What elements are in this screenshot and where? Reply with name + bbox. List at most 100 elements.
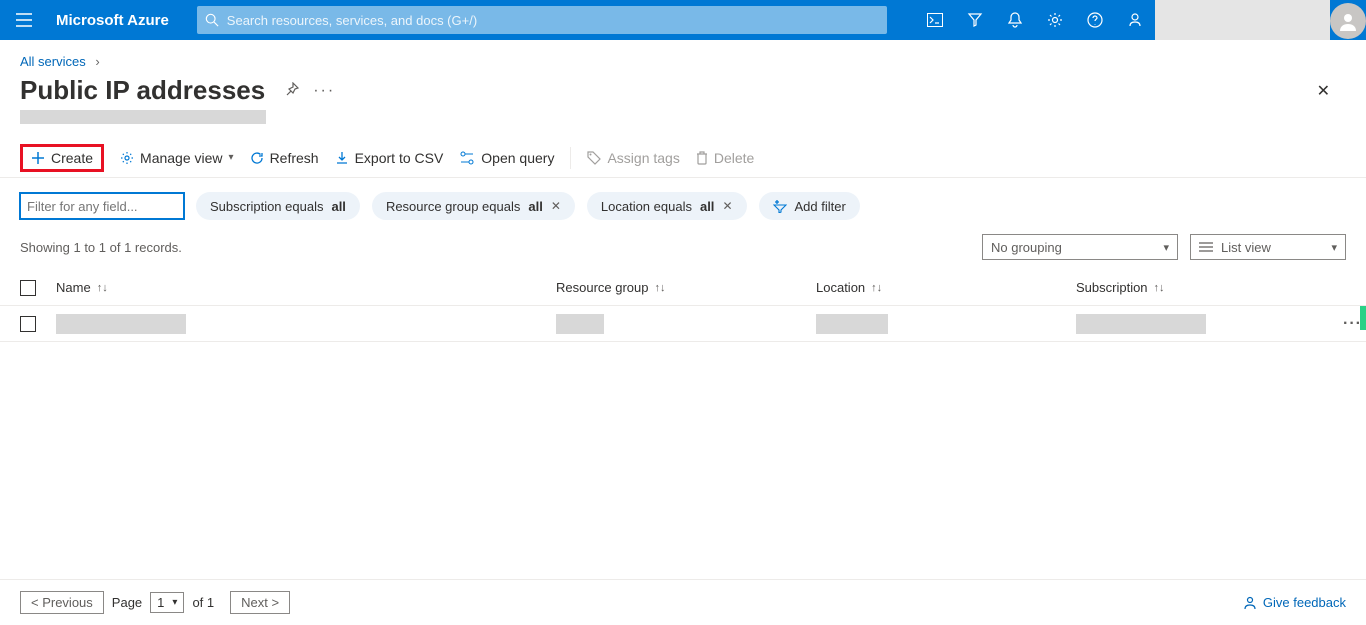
refresh-label: Refresh <box>270 150 319 166</box>
account-area-placeholder <box>1155 0 1330 40</box>
directory-filter-icon[interactable] <box>955 0 995 40</box>
column-header-subscription[interactable]: Subscription↑↓ <box>1076 280 1346 295</box>
feedback-label: Give feedback <box>1263 595 1346 610</box>
cell-name-redacted <box>56 314 186 334</box>
column-header-location[interactable]: Location↑↓ <box>816 280 1076 295</box>
column-header-name[interactable]: Name↑↓ <box>56 280 556 295</box>
chevron-down-icon: ▾ <box>1163 241 1169 254</box>
tag-icon <box>587 151 601 165</box>
download-icon <box>335 151 349 165</box>
add-filter-label: Add filter <box>795 199 846 214</box>
create-button[interactable]: Create <box>31 150 93 166</box>
open-query-button[interactable]: Open query <box>459 150 554 166</box>
remove-filter-icon[interactable]: ✕ <box>722 199 732 213</box>
cloud-shell-icon[interactable] <box>915 0 955 40</box>
cell-sub-redacted <box>1076 314 1206 334</box>
column-header-resource-group[interactable]: Resource group↑↓ <box>556 280 816 295</box>
table-header: Name↑↓ Resource group↑↓ Location↑↓ Subsc… <box>0 270 1366 306</box>
grouping-value: No grouping <box>991 240 1062 255</box>
page-total: of 1 <box>192 595 214 610</box>
filter-pill-rg-prefix: Resource group equals <box>386 199 520 214</box>
filter-pill-loc-prefix: Location equals <box>601 199 692 214</box>
manage-view-button[interactable]: Manage view ▾ <box>120 150 234 166</box>
remove-filter-icon[interactable]: ✕ <box>551 199 561 213</box>
filter-pill-rg-value: all <box>528 199 542 214</box>
sort-icon: ↑↓ <box>655 282 666 294</box>
plus-icon <box>31 151 45 165</box>
table-row[interactable]: ··· <box>0 306 1366 342</box>
add-filter-button[interactable]: Add filter <box>759 192 860 220</box>
grouping-dropdown[interactable]: No grouping ▾ <box>982 234 1178 260</box>
filter-pill-subscription-value: all <box>331 199 345 214</box>
export-csv-button[interactable]: Export to CSV <box>335 150 444 166</box>
list-icon <box>1199 242 1213 252</box>
query-icon <box>459 151 475 165</box>
filter-pill-loc-value: all <box>700 199 714 214</box>
assign-tags-label: Assign tags <box>607 150 679 166</box>
filter-row: Subscription equals all Resource group e… <box>0 178 1366 220</box>
chevron-down-icon: ▾ <box>1331 241 1337 254</box>
assign-tags-button[interactable]: Assign tags <box>587 150 679 166</box>
close-icon[interactable]: ✕ <box>1317 81 1330 101</box>
filter-input[interactable] <box>20 193 184 219</box>
command-bar: Create Manage view ▾ Refresh Export to C… <box>0 138 1366 178</box>
help-icon[interactable] <box>1075 0 1115 40</box>
chevron-down-icon: ▾ <box>229 152 234 163</box>
filter-pill-subscription[interactable]: Subscription equals all <box>196 192 360 220</box>
results-summary: Showing 1 to 1 of 1 records. <box>20 240 182 255</box>
chevron-right-icon: › <box>95 54 99 69</box>
refresh-button[interactable]: Refresh <box>250 150 319 166</box>
breadcrumb: All services › <box>0 40 1366 73</box>
sort-icon: ↑↓ <box>1154 282 1165 294</box>
export-csv-label: Export to CSV <box>355 150 444 166</box>
sort-icon: ↑↓ <box>871 282 882 294</box>
breadcrumb-parent-link[interactable]: All services <box>20 54 86 69</box>
menu-icon[interactable] <box>0 13 48 27</box>
page-title: Public IP addresses <box>20 75 265 106</box>
notifications-icon[interactable] <box>995 0 1035 40</box>
filter-pill-subscription-prefix: Subscription equals <box>210 199 323 214</box>
select-all-checkbox[interactable] <box>20 280 36 296</box>
row-marker <box>1360 306 1366 330</box>
delete-label: Delete <box>714 150 754 166</box>
topbar-actions <box>915 0 1155 40</box>
filter-pill-location[interactable]: Location equals all ✕ <box>587 192 747 220</box>
previous-button[interactable]: < Previous <box>20 591 104 614</box>
settings-icon[interactable] <box>1035 0 1075 40</box>
more-icon[interactable]: ··· <box>313 82 335 100</box>
create-label: Create <box>51 150 93 166</box>
filter-pill-resource-group[interactable]: Resource group equals all ✕ <box>372 192 575 220</box>
toolbar-divider <box>570 147 571 169</box>
feedback-person-icon <box>1243 596 1257 610</box>
search-bar[interactable] <box>197 6 887 34</box>
row-checkbox[interactable] <box>20 316 36 332</box>
page-number: 1 <box>157 595 164 610</box>
cell-rg-redacted <box>556 314 604 334</box>
create-button-highlight: Create <box>20 144 104 172</box>
view-dropdown[interactable]: List view ▾ <box>1190 234 1346 260</box>
delete-button[interactable]: Delete <box>696 150 754 166</box>
sort-icon: ↑↓ <box>97 282 108 294</box>
gear-icon <box>120 151 134 165</box>
give-feedback-link[interactable]: Give feedback <box>1243 595 1346 610</box>
brand-label[interactable]: Microsoft Azure <box>48 12 197 29</box>
subtitle-redacted <box>20 110 266 124</box>
feedback-icon[interactable] <box>1115 0 1155 40</box>
manage-view-label: Manage view <box>140 150 223 166</box>
pin-icon[interactable] <box>285 82 299 100</box>
title-row: Public IP addresses ··· ✕ <box>0 73 1366 106</box>
next-button[interactable]: Next > <box>230 591 290 614</box>
view-value: List view <box>1221 240 1271 255</box>
footer: < Previous Page 1 ▾ of 1 Next > Give fee… <box>0 579 1366 625</box>
results-row: Showing 1 to 1 of 1 records. No grouping… <box>0 220 1366 260</box>
page-label: Page <box>112 595 142 610</box>
search-input[interactable] <box>227 13 879 28</box>
search-icon <box>205 13 219 27</box>
trash-icon <box>696 151 708 165</box>
refresh-icon <box>250 151 264 165</box>
chevron-down-icon: ▾ <box>172 597 177 608</box>
add-filter-icon <box>773 199 787 213</box>
top-bar: Microsoft Azure <box>0 0 1366 40</box>
avatar[interactable] <box>1330 3 1366 39</box>
page-select[interactable]: 1 ▾ <box>150 592 184 613</box>
